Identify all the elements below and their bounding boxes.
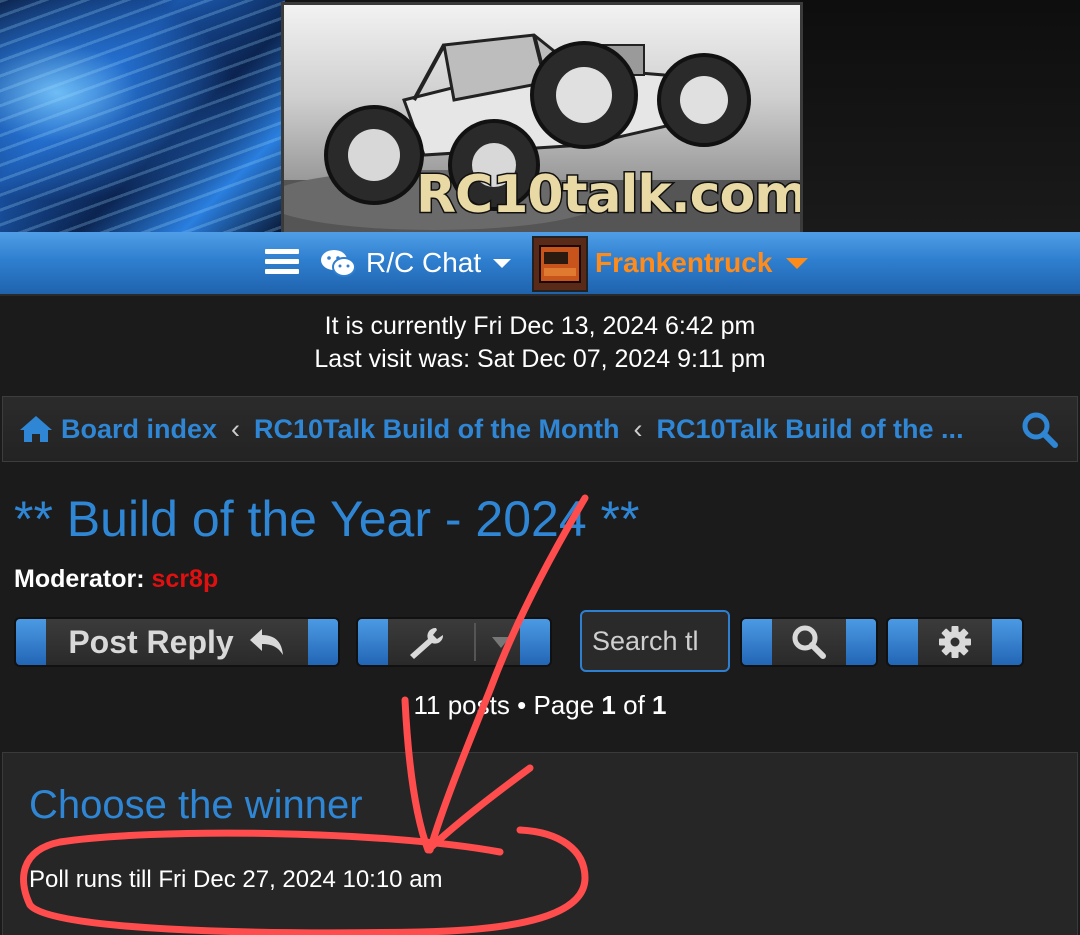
post-reply-label: Post Reply xyxy=(68,623,234,660)
forum-menu-label: R/C Chat xyxy=(366,247,482,278)
avatar-image xyxy=(534,238,586,290)
avatar[interactable] xyxy=(532,236,588,292)
search-topic-input[interactable]: Search tl xyxy=(580,610,730,672)
site-header-banner: RC10talk.com xyxy=(0,0,1080,232)
search-icon xyxy=(792,625,826,659)
page-label: Page xyxy=(533,690,595,720)
breadcrumb-board-index[interactable]: Board index xyxy=(19,414,217,445)
wechat-icon xyxy=(321,250,356,277)
topic-tools-button[interactable] xyxy=(356,617,552,667)
wrench-icon xyxy=(410,627,444,659)
poll-end-date: Poll runs till Fri Dec 27, 2024 10:10 am xyxy=(29,866,443,893)
user-menu-button[interactable]: Frankentruck xyxy=(595,246,809,280)
logo-text: RC10talk.com xyxy=(414,164,803,227)
total-pages: 1 xyxy=(652,690,667,720)
current-page: 1 xyxy=(601,690,616,720)
banner-decoration-right xyxy=(800,0,1080,232)
last-visit: Last visit was: Sat Dec 07, 2024 9:11 pm xyxy=(314,345,766,373)
gear-icon xyxy=(939,626,971,658)
breadcrumb-separator: ‹ xyxy=(231,413,241,444)
banner-decoration-left xyxy=(0,0,285,232)
breadcrumb-label: Board index xyxy=(61,413,218,444)
chevron-down-icon xyxy=(492,637,510,648)
advanced-search-button[interactable] xyxy=(886,617,1024,667)
nav-bar: R/C Chat Frankentruck xyxy=(0,232,1080,296)
breadcrumb-separator: ‹ xyxy=(633,413,643,444)
time-info: It is currently Fri Dec 13, 2024 6:42 pm… xyxy=(0,310,1080,376)
chevron-down-icon xyxy=(786,257,809,269)
breadcrumb-current-forum[interactable]: RC10Talk Build of the ... xyxy=(657,414,964,445)
search-icon[interactable] xyxy=(1021,411,1059,456)
forum-page: RC10talk.com R/C Chat Frankentruck It is… xyxy=(0,0,1080,935)
chevron-down-icon xyxy=(493,258,512,268)
pagination-info: 11 posts • Page 1 of 1 xyxy=(0,690,1080,721)
current-time: It is currently Fri Dec 13, 2024 6:42 pm xyxy=(324,312,756,340)
breadcrumb-build-of-month[interactable]: RC10Talk Build of the Month xyxy=(254,414,620,445)
topic-title[interactable]: ** Build of the Year - 2024 ** xyxy=(14,490,639,548)
breadcrumb: Board index ‹ RC10Talk Build of the Mont… xyxy=(2,396,1078,462)
bullet: • xyxy=(517,690,527,720)
site-logo[interactable]: RC10talk.com xyxy=(281,2,803,232)
poll-panel xyxy=(2,752,1078,935)
moderator-label: Moderator: xyxy=(14,565,145,593)
hamburger-icon[interactable] xyxy=(265,249,299,275)
username: Frankentruck xyxy=(595,247,773,278)
search-submit-button[interactable] xyxy=(740,617,878,667)
post-reply-button[interactable]: Post Reply xyxy=(14,617,340,667)
post-count: 11 posts xyxy=(413,690,510,720)
moderator-line: Moderator: scr8p xyxy=(14,565,218,594)
moderator-name[interactable]: scr8p xyxy=(152,565,219,593)
forum-menu-button[interactable]: R/C Chat xyxy=(320,246,512,280)
of-label: of xyxy=(623,690,645,720)
poll-title: Choose the winner xyxy=(29,783,363,827)
search-input-text: Search tl xyxy=(592,625,699,656)
home-icon xyxy=(20,416,52,442)
reply-icon xyxy=(249,629,283,655)
